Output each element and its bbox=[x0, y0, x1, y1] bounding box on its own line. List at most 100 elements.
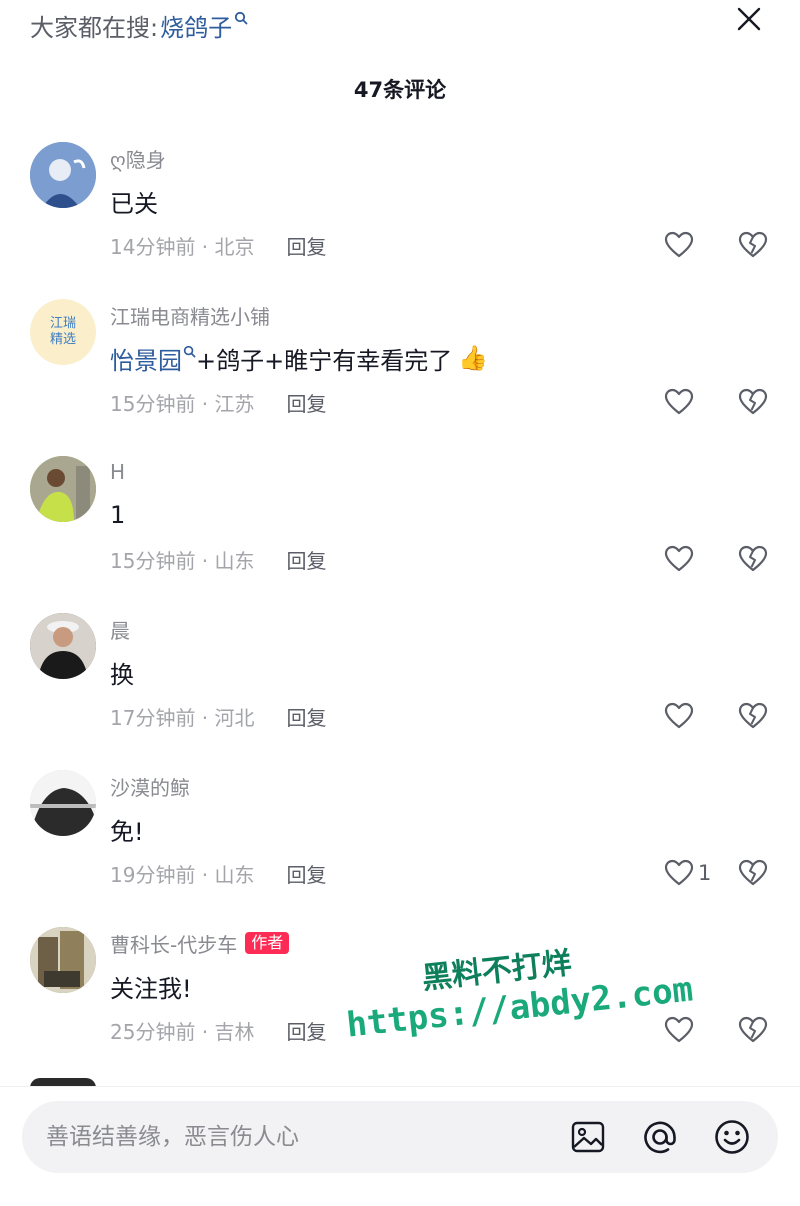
comment-time-location: 15分钟前 · 江苏 bbox=[110, 391, 255, 416]
comment-text: 免! bbox=[110, 812, 144, 846]
emoji-button[interactable] bbox=[714, 1119, 750, 1155]
comment-text: 关注我! bbox=[110, 969, 192, 1003]
comment-input[interactable] bbox=[46, 1124, 546, 1150]
like-button[interactable] bbox=[664, 699, 698, 733]
dislike-button[interactable] bbox=[736, 856, 770, 890]
comment-input-container[interactable] bbox=[22, 1101, 778, 1173]
comment-count-title: 47条评论 bbox=[353, 78, 447, 102]
avatar-image bbox=[30, 770, 96, 836]
comment-meta: 25分钟前 · 吉林 回复 bbox=[110, 1015, 327, 1045]
broken-heart-icon bbox=[738, 1016, 768, 1043]
comment-text: 怡景园 +鸽子+睢宁有幸看完了 👍 bbox=[110, 341, 488, 375]
avatar[interactable]: 江瑞精选 bbox=[30, 299, 96, 365]
comment-text-body: 已关 bbox=[110, 189, 158, 218]
avatar-image bbox=[30, 142, 96, 208]
trending-search-bar[interactable]: 大家都在搜: 烧鸽子 bbox=[30, 8, 248, 42]
comment-text: 换 bbox=[110, 655, 134, 689]
comment-username-text[interactable]: 曹科长-代步车 bbox=[110, 929, 237, 958]
heart-icon bbox=[664, 231, 694, 258]
avatar-image bbox=[30, 456, 96, 522]
avatar[interactable] bbox=[30, 456, 96, 522]
reply-button[interactable]: 回复 bbox=[287, 859, 327, 888]
search-icon bbox=[183, 345, 196, 357]
reply-button[interactable]: 回复 bbox=[287, 545, 327, 574]
comment-username[interactable]: 沙漠的鲸 bbox=[110, 772, 190, 800]
like-button[interactable] bbox=[664, 385, 698, 419]
reply-button[interactable]: 回复 bbox=[287, 388, 327, 417]
thumbs-up-icon: 👍 bbox=[458, 344, 489, 372]
broken-heart-icon bbox=[738, 388, 768, 415]
dislike-button[interactable] bbox=[736, 1013, 770, 1047]
image-icon bbox=[571, 1121, 605, 1153]
comment-username[interactable]: 江瑞电商精选小铺 bbox=[110, 301, 270, 329]
comment-time-location: 15分钟前 · 山东 bbox=[110, 548, 255, 573]
avatar[interactable] bbox=[30, 927, 96, 993]
comment-username[interactable]: 晨 bbox=[110, 615, 130, 643]
dislike-button[interactable] bbox=[736, 228, 770, 262]
author-badge: 作者 bbox=[245, 932, 290, 954]
dislike-button[interactable] bbox=[736, 542, 770, 576]
comment-item: 晨 换 17分钟前 · 河北 回复 bbox=[0, 601, 800, 758]
comment-text: 1 bbox=[110, 498, 125, 532]
comment-item: 曹科长-代步车 作者 关注我! 25分钟前 · 吉林 回复 bbox=[0, 915, 800, 1072]
comment-text: 已关 bbox=[110, 184, 158, 218]
comment-text-body: 关注我! bbox=[110, 974, 192, 1003]
avatar[interactable] bbox=[30, 613, 96, 679]
comment-search-link[interactable]: 怡景园 bbox=[110, 341, 182, 376]
comment-username: 曹科长-代步车 作者 bbox=[110, 929, 290, 958]
broken-heart-icon bbox=[738, 545, 768, 572]
search-icon bbox=[234, 11, 248, 25]
comment-text-body: 1 bbox=[110, 501, 126, 529]
comment-item: 沙漠的鲸 免! 19分钟前 · 山东 回复 1 bbox=[0, 758, 800, 915]
image-button[interactable] bbox=[570, 1119, 606, 1155]
reply-button[interactable]: 回复 bbox=[287, 1016, 327, 1045]
comment-item: 江瑞精选 江瑞电商精选小铺 怡景园 +鸽子+睢宁有幸看完了 👍 15分钟前 · … bbox=[0, 287, 800, 444]
broken-heart-icon bbox=[738, 231, 768, 258]
comment-text-body: 换 bbox=[110, 660, 134, 689]
avatar[interactable] bbox=[30, 770, 96, 836]
comment-meta: 15分钟前 · 江苏 回复 bbox=[110, 387, 327, 417]
trending-search-keyword[interactable]: 烧鸽子 bbox=[160, 8, 232, 43]
like-button[interactable] bbox=[664, 542, 698, 576]
avatar-image bbox=[30, 927, 96, 993]
reply-button[interactable]: 回复 bbox=[287, 231, 327, 260]
avatar-image bbox=[30, 613, 96, 679]
like-button[interactable] bbox=[664, 1013, 698, 1047]
close-button[interactable] bbox=[734, 4, 764, 34]
comment-text-body: 免! bbox=[110, 817, 144, 846]
comment-time-location: 25分钟前 · 吉林 bbox=[110, 1019, 255, 1044]
comment-item: H 1 15分钟前 · 山东 回复 bbox=[0, 444, 800, 601]
heart-icon bbox=[664, 859, 694, 886]
heart-icon bbox=[664, 545, 694, 572]
comment-time-location: 19分钟前 · 山东 bbox=[110, 862, 255, 887]
comment-time-location: 14分钟前 · 北京 bbox=[110, 234, 255, 259]
heart-icon bbox=[664, 388, 694, 415]
comment-meta: 15分钟前 · 山东 回复 bbox=[110, 544, 327, 574]
avatar-text: 江瑞精选 bbox=[49, 316, 76, 347]
dislike-button[interactable] bbox=[736, 699, 770, 733]
broken-heart-icon bbox=[738, 702, 768, 729]
comment-text-body: +鸽子+睢宁有幸看完了 bbox=[196, 346, 453, 375]
dislike-button[interactable] bbox=[736, 385, 770, 419]
mention-button[interactable] bbox=[642, 1119, 678, 1155]
comment-list: ღ隐身 已关 14分钟前 · 北京 回复 江瑞精选 江瑞电商精选小铺 怡景园 +… bbox=[0, 130, 800, 1072]
like-count: 1 bbox=[698, 861, 712, 885]
smiley-icon bbox=[715, 1120, 749, 1154]
at-icon bbox=[644, 1121, 676, 1154]
comment-input-bar bbox=[0, 1086, 800, 1206]
reply-button[interactable]: 回复 bbox=[287, 702, 327, 731]
like-button[interactable] bbox=[664, 228, 698, 262]
trending-search-prefix: 大家都在搜: bbox=[30, 13, 159, 42]
comment-item: ღ隐身 已关 14分钟前 · 北京 回复 bbox=[0, 130, 800, 287]
comment-meta: 17分钟前 · 河北 回复 bbox=[110, 701, 327, 731]
comment-meta: 19分钟前 · 山东 回复 bbox=[110, 858, 327, 888]
broken-heart-icon bbox=[738, 859, 768, 886]
heart-icon bbox=[664, 1016, 694, 1043]
comment-username[interactable]: H bbox=[110, 458, 125, 486]
close-icon bbox=[737, 7, 761, 31]
like-button[interactable]: 1 bbox=[664, 856, 711, 890]
comment-username[interactable]: ღ隐身 bbox=[110, 144, 166, 172]
avatar[interactable] bbox=[30, 142, 96, 208]
heart-icon bbox=[664, 702, 694, 729]
comment-time-location: 17分钟前 · 河北 bbox=[110, 705, 255, 730]
